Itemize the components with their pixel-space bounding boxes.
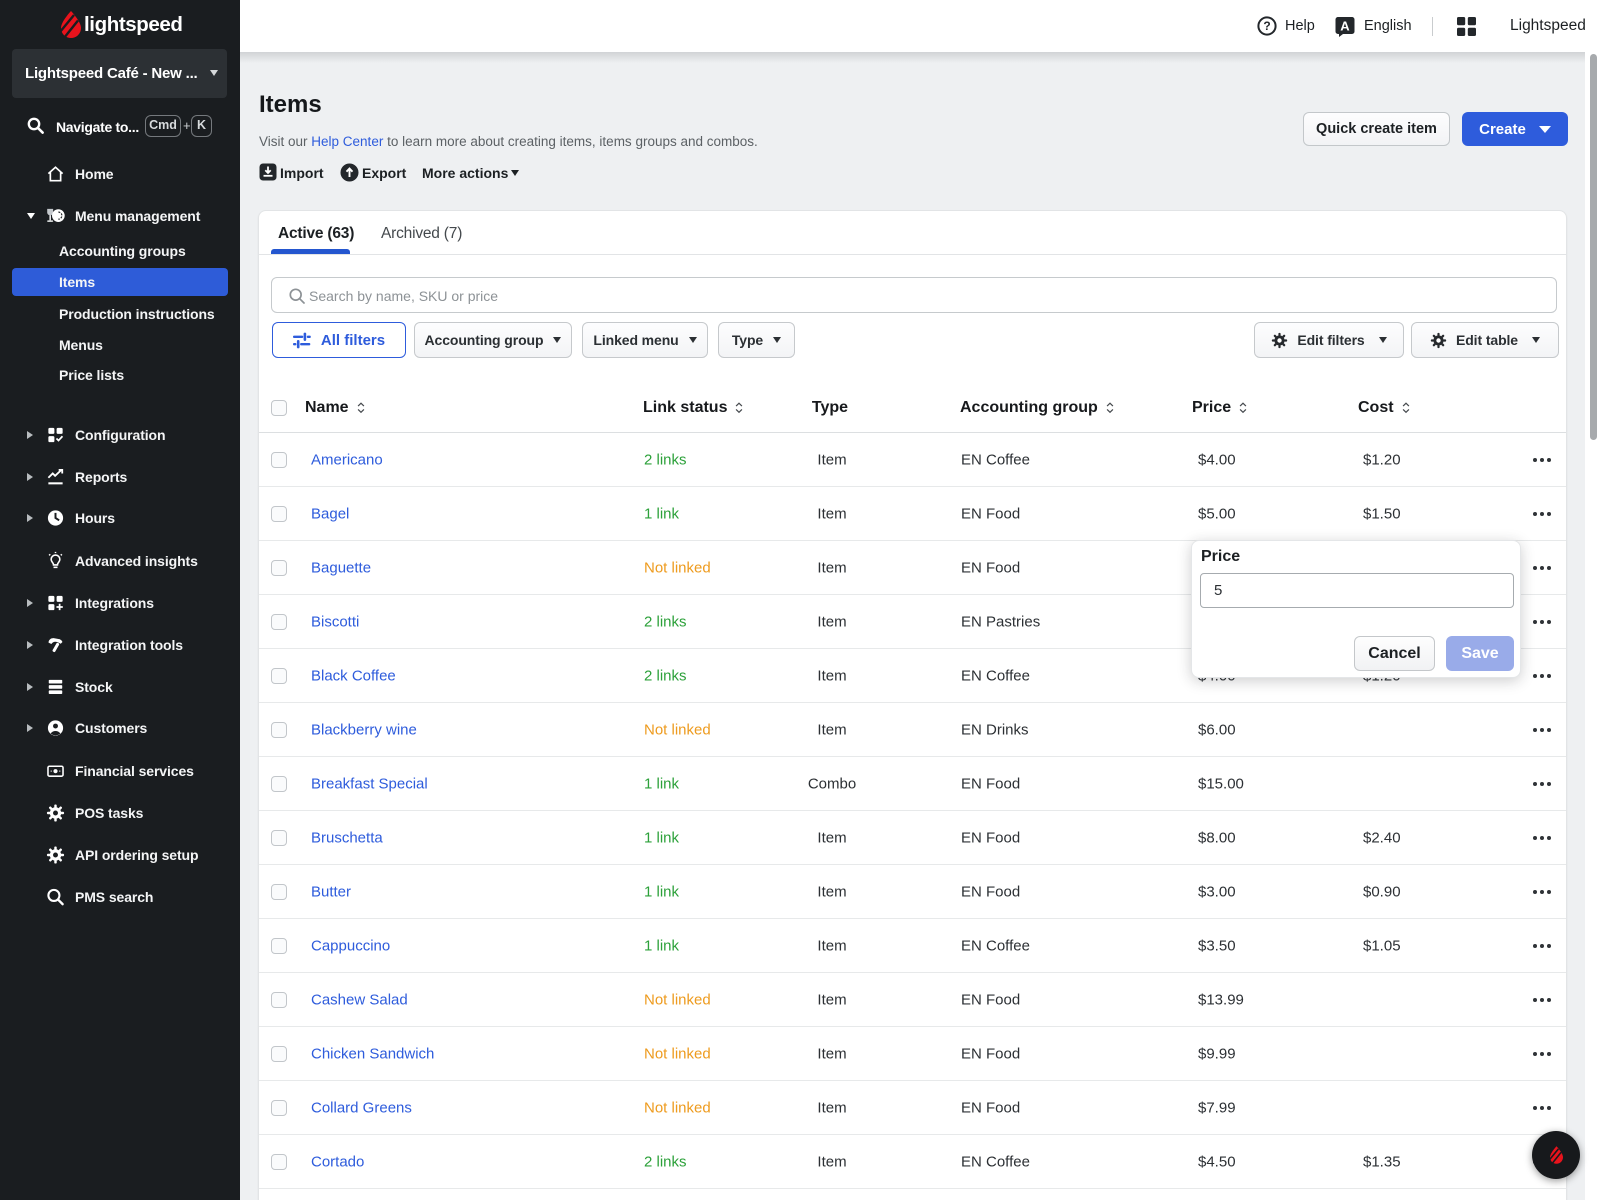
svg-text:A: A	[1340, 18, 1350, 33]
svg-text:?: ?	[1263, 19, 1270, 33]
